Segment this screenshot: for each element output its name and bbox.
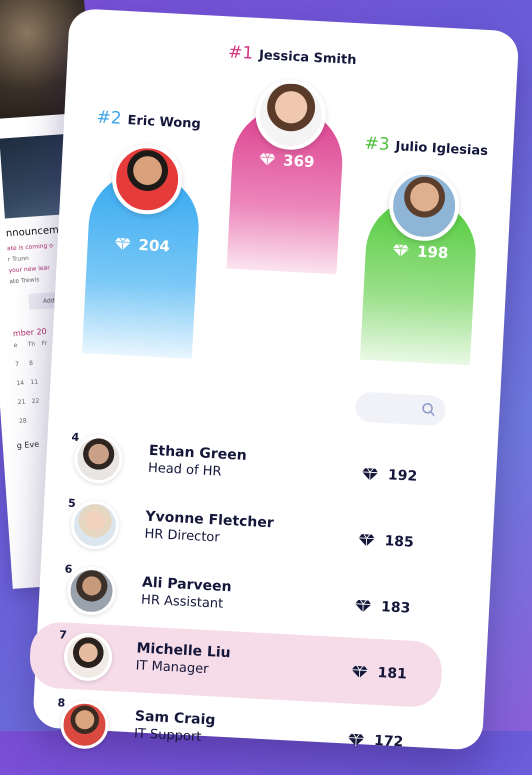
employee-name: Ali Parveen [141,574,232,596]
avatar [73,433,124,485]
calendar-day[interactable]: 11 [30,378,44,387]
list-item[interactable]: 8 Sam Craig IT Support 172 [45,694,438,772]
rank-number: 5 [67,496,77,510]
podium-pillar: 204 [81,142,201,359]
rank-number: 7 [58,628,68,642]
rank-number: 8 [57,696,66,710]
podium-name: Jessica Smith [258,47,357,69]
search-input[interactable] [354,391,447,427]
calendar-day[interactable]: 7 [15,360,29,368]
diamond-icon [259,153,276,166]
weekday-label: Th [27,340,36,349]
podium-points: 204 [138,235,171,256]
podium-points: 198 [416,242,449,263]
avatar [59,699,110,750]
employee-name: Sam Craig [134,708,216,729]
avatar [62,631,114,683]
calendar-day[interactable]: 28 [19,417,33,425]
calendar-day[interactable]: 14 [16,379,30,388]
search-icon[interactable] [421,402,436,417]
employee-title: IT Manager [135,658,209,678]
diamond-icon [393,244,410,257]
podium-pillar: 198 [359,169,479,366]
podium-pillar: 369 [226,77,345,275]
rank-number: 4 [71,430,80,445]
employee-title: Head of HR [147,460,222,480]
weekday-label: e [13,341,18,350]
list-item[interactable]: 5 Yvonne Fletcher HR Director 185 [56,494,449,572]
podium-first: #1 Jessica Smith 369 [224,42,357,275]
employee-points: 185 [384,533,415,551]
calendar-day[interactable]: 22 [32,397,46,406]
calendar-day[interactable]: 21 [18,398,32,407]
avatar [69,499,121,551]
employee-points: 181 [377,665,408,683]
podium-third: #3 Julio Iglesias 198 [350,133,492,366]
rank-label: #2 [96,107,123,129]
diamond-icon [358,533,375,547]
employee-points: 172 [373,732,404,751]
employee-points: 192 [387,467,418,485]
list-item[interactable]: 4 Ethan Green Head of HR 192 [59,428,452,506]
podium-points: 369 [282,151,315,171]
rank-label: #1 [227,42,254,64]
diamond-icon [348,733,365,746]
employee-points: 183 [380,599,411,617]
rank-label: #3 [363,133,391,155]
calendar-day[interactable]: 8 [29,359,43,367]
rank-number: 6 [64,562,73,576]
podium-name: Eric Wong [127,113,202,132]
diamond-icon [355,599,372,613]
diamond-icon [114,237,131,251]
leaderboard-card: #1 Jessica Smith 369 #2 Eric Wong 204 #3… [28,8,520,751]
employee-title: IT Support [133,726,202,745]
podium-name: Julio Iglesias [395,139,489,160]
diamond-icon [362,467,379,481]
ranking-list: 4 Ethan Green Head of HR 192 5 Yvonne Fl… [28,427,497,750]
podium-second: #2 Eric Wong 204 [79,107,207,359]
avatar [66,565,117,617]
diamond-icon [351,665,368,679]
employee-title: HR Assistant [140,592,224,612]
